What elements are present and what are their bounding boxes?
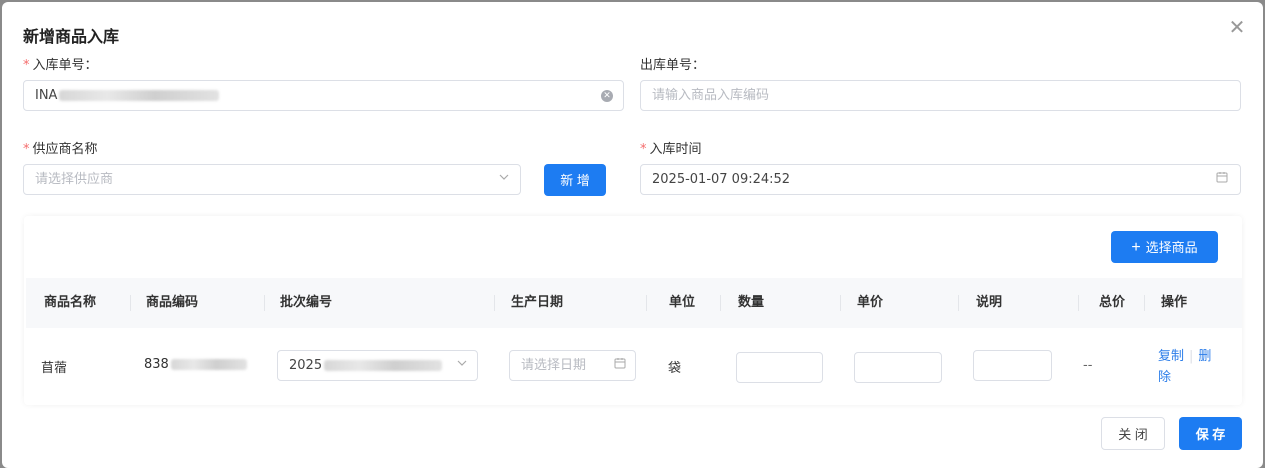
clear-icon[interactable]: ✕ [601,89,613,102]
inbound-time-input[interactable]: 2025-01-07 09:24:52 [640,164,1241,195]
redacted-text [59,90,220,101]
header-actions: 操作 [1161,295,1188,310]
row-note-input[interactable] [973,350,1052,381]
header-code: 商品编码 [146,295,199,310]
required-mark: * [640,142,647,157]
dialog-title: 新增商品入库 [23,27,120,46]
add-supplier-button[interactable]: 新 增 [544,164,606,196]
row-goods-code: 838 [144,357,247,372]
inbound-time-value: 2025-01-07 09:24:52 [652,172,791,187]
select-goods-button[interactable]: + 选择商品 [1111,231,1218,263]
close-button[interactable]: 关 闭 [1101,417,1165,450]
supplier-label: * 供应商名称 [23,142,98,157]
supplier-select[interactable]: 请选择供应商 [23,164,521,195]
header-quantity: 数量 [738,295,765,310]
table-header: 商品名称 商品编码 批次编号 生产日期 单位 数量 单价 说明 总价 操作 [26,278,1242,328]
select-goods-label: 选择商品 [1145,240,1198,255]
chevron-down-icon [498,165,510,194]
header-batch: 批次编号 [280,295,333,310]
save-button[interactable]: 保 存 [1179,417,1242,450]
header-name: 商品名称 [44,295,97,310]
calendar-icon [1216,165,1228,194]
date-placeholder: 请选择日期 [521,358,587,373]
row-actions: 复制 | 删除 [1158,349,1212,385]
outbound-no-placeholder: 请输入商品入库编码 [652,88,770,103]
required-mark: * [23,58,30,73]
inbound-time-label: * 入库时间 [640,142,702,157]
calendar-icon [614,351,626,380]
header-unit-price: 单价 [857,295,884,310]
inbound-no-label: * 入库单号： [23,58,98,73]
row-goods-name: 苜蓿 [41,361,68,376]
header-unit: 单位 [669,295,696,310]
outbound-no-label: 出库单号： [640,58,706,73]
outbound-no-input[interactable]: 请输入商品入库编码 [640,80,1241,111]
header-prod-date: 生产日期 [511,295,564,310]
header-note: 说明 [976,295,1003,310]
row-unit: 袋 [668,361,682,376]
inbound-no-input[interactable]: INA ✕ [23,80,624,111]
row-batch-select[interactable]: 2025 [277,350,478,381]
row-total: -- [1083,358,1093,373]
row-prod-date-input[interactable]: 请选择日期 [509,350,636,381]
copy-link[interactable]: 复制 [1158,349,1184,364]
row-quantity-input[interactable] [736,352,823,383]
required-mark: * [23,142,30,157]
supplier-placeholder: 请选择供应商 [35,172,114,187]
batch-value: 2025 [289,358,323,373]
inbound-no-value: INA [35,88,58,103]
chevron-down-icon [456,351,468,380]
close-icon[interactable]: ✕ [1226,16,1248,38]
row-unit-price-input[interactable] [854,352,942,383]
header-total: 总价 [1099,295,1126,310]
add-inbound-dialog: 新增商品入库 ✕ * 入库单号： INA ✕ 出库单号： 请输入商品入库编码 * 供… [2,2,1263,468]
plus-icon: + [1131,239,1141,256]
